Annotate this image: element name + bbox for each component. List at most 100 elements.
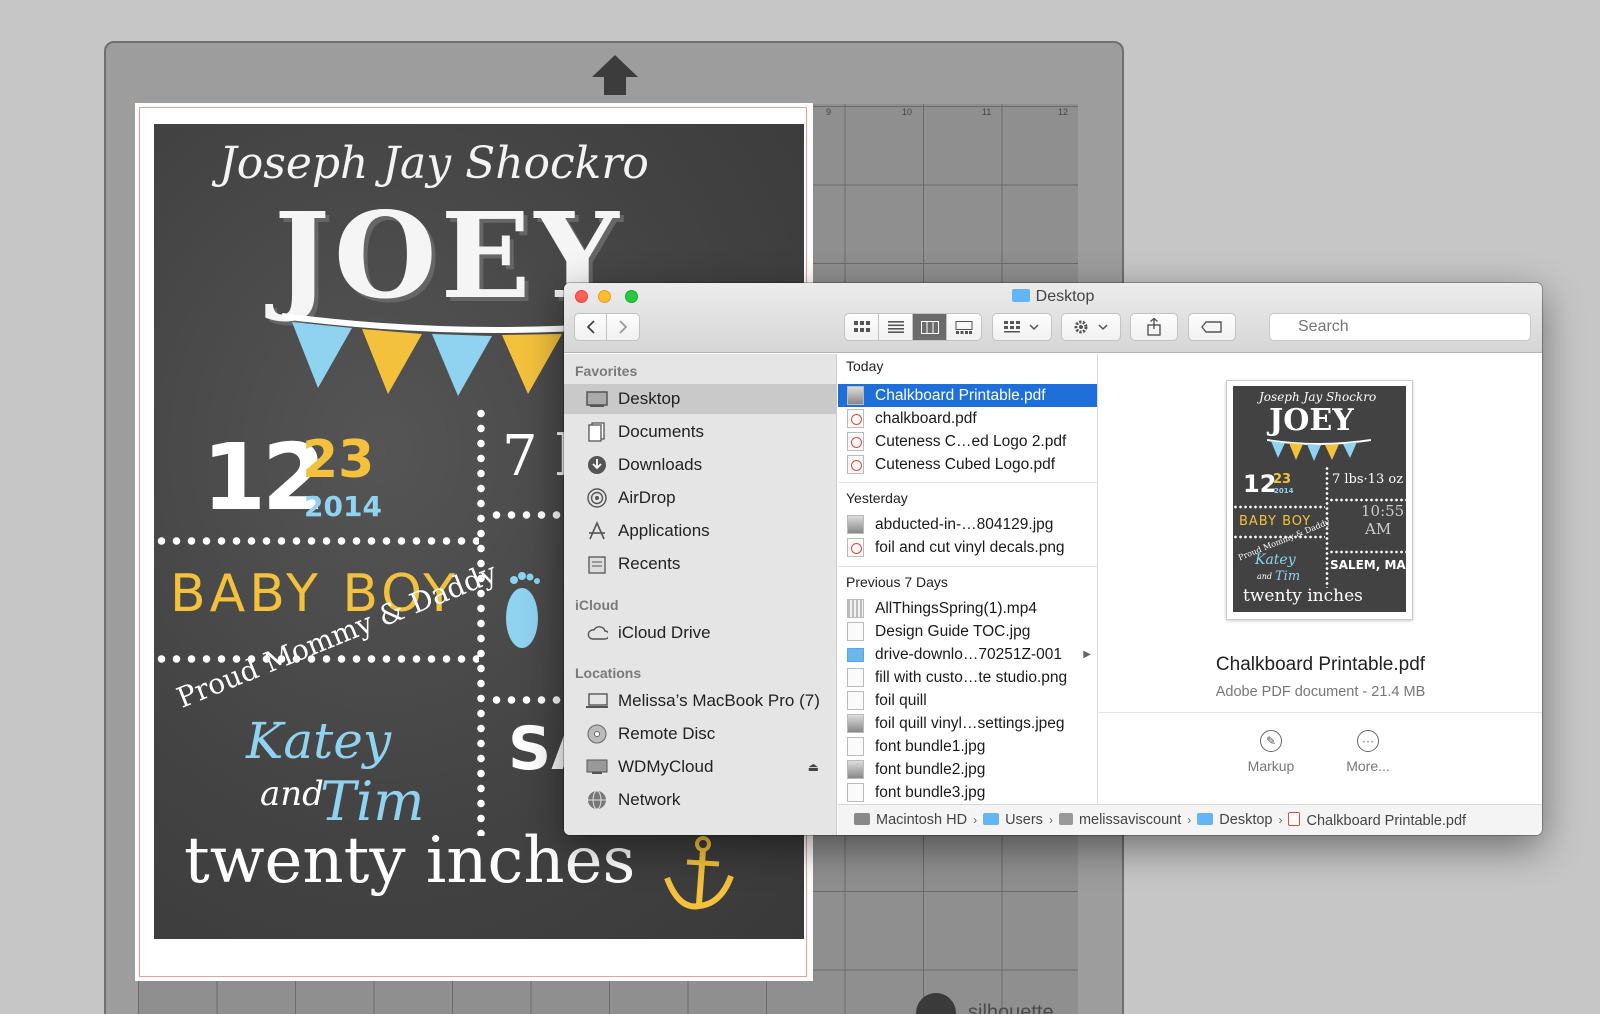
path-label: Macintosh HD bbox=[876, 812, 968, 828]
preview-thumbnail[interactable]: Joseph Jay Shockro JOEY 12 23 2014 7 lbs… bbox=[1226, 380, 1413, 620]
disc-icon bbox=[586, 723, 608, 745]
folder-item[interactable]: drive-downlo…70251Z-001 ▶ bbox=[838, 643, 1097, 666]
markup-button[interactable]: ✎ Markup bbox=[1231, 730, 1311, 774]
share-button[interactable] bbox=[1130, 313, 1178, 341]
file-name: font bundle2.jpg bbox=[875, 760, 986, 778]
group-by-button[interactable] bbox=[992, 313, 1052, 341]
forward-button[interactable] bbox=[607, 314, 639, 340]
group-grid-icon bbox=[1004, 321, 1039, 333]
sidebar-item-remote-disc[interactable]: Remote Disc bbox=[564, 719, 837, 749]
path-segment[interactable]: Users bbox=[983, 812, 1043, 828]
file-item[interactable]: font bundle2.jpg bbox=[838, 758, 1097, 781]
image-file-icon bbox=[847, 622, 864, 641]
dotted-divider bbox=[476, 406, 486, 836]
sidebar-item-label: Network bbox=[618, 790, 681, 809]
list-view-icon bbox=[887, 321, 904, 333]
ruler-label: 10 bbox=[902, 107, 913, 117]
sidebar-item-label: Applications bbox=[618, 521, 710, 540]
finder-window[interactable]: Desktop Search Favorites Desktop Documen… bbox=[564, 283, 1542, 835]
sidebar-item-label: Desktop bbox=[618, 389, 681, 408]
sidebar-item-label: Downloads bbox=[618, 455, 703, 474]
file-item[interactable]: foil and cut vinyl decals.png bbox=[838, 536, 1097, 559]
eject-icon[interactable]: ⏏ bbox=[808, 760, 819, 774]
folder-icon bbox=[1011, 289, 1030, 302]
path-bar: Macintosh HD › Users › melissaviscount ›… bbox=[838, 804, 1542, 835]
column-view-button[interactable] bbox=[913, 314, 947, 340]
birth-day-text: 23 bbox=[302, 430, 375, 490]
path-label: melissaviscount bbox=[1078, 812, 1182, 828]
sidebar-item-wdmycloud[interactable]: WDMyCloud ⏏ bbox=[564, 752, 837, 782]
path-label: Chalkboard Printable.pdf bbox=[1306, 812, 1467, 829]
file-name: foil quill vinyl…settings.jpeg bbox=[875, 714, 1065, 732]
path-segment[interactable]: Macintosh HD bbox=[854, 812, 967, 828]
file-item[interactable]: font bundle3.jpg bbox=[838, 781, 1097, 804]
file-name: foil quill bbox=[875, 691, 927, 709]
chevron-right-icon bbox=[619, 320, 628, 334]
pdf-file-icon bbox=[847, 455, 864, 474]
markup-label: Markup bbox=[1247, 758, 1295, 774]
column-view-icon bbox=[920, 320, 939, 334]
group-header-today: Today bbox=[846, 358, 884, 374]
path-segment[interactable]: Desktop bbox=[1197, 812, 1272, 828]
ruler-label: 9 bbox=[826, 107, 832, 117]
thumbnail-chalkboard: Joseph Jay Shockro JOEY 12 23 2014 7 lbs… bbox=[1233, 386, 1406, 612]
file-item[interactable]: font bundle1.jpg bbox=[838, 735, 1097, 758]
recents-icon bbox=[586, 553, 608, 575]
file-name: chalkboard.pdf bbox=[875, 409, 977, 427]
file-item[interactable]: foil quill bbox=[838, 689, 1097, 712]
file-name: AllThingsSpring(1).mp4 bbox=[875, 599, 1037, 617]
icon-view-button[interactable] bbox=[845, 314, 879, 340]
hard-drive-icon bbox=[854, 813, 870, 825]
file-item[interactable]: chalkboard.pdf bbox=[838, 407, 1097, 430]
cloud-icon bbox=[586, 622, 608, 644]
desktop-icon bbox=[586, 388, 608, 410]
sidebar-item-icloud-drive[interactable]: iCloud Drive bbox=[564, 618, 837, 648]
file-name: drive-downlo…70251Z-001 bbox=[875, 645, 1062, 663]
sidebar-item-recents[interactable]: Recents bbox=[564, 549, 837, 579]
sidebar-item-applications[interactable]: Applications bbox=[564, 516, 837, 546]
more-button[interactable]: ··· More... bbox=[1328, 730, 1408, 774]
search-input[interactable] bbox=[1269, 313, 1531, 341]
locations-header: Locations bbox=[575, 665, 642, 681]
thumb-divider bbox=[1233, 535, 1325, 539]
back-button[interactable] bbox=[575, 314, 608, 340]
path-segment[interactable]: Chalkboard Printable.pdf bbox=[1288, 811, 1467, 829]
window-title-label: Desktop bbox=[1035, 288, 1095, 305]
action-menu-button[interactable] bbox=[1061, 313, 1121, 341]
path-segment[interactable]: melissaviscount bbox=[1058, 812, 1182, 828]
gallery-view-button[interactable] bbox=[947, 314, 981, 340]
disclosure-arrow-icon: ▶ bbox=[1083, 649, 1091, 660]
thumb-divider bbox=[1329, 498, 1406, 502]
sidebar-item-downloads[interactable]: Downloads bbox=[564, 450, 837, 480]
file-icon bbox=[847, 691, 864, 710]
group-header-previous-7-days: Previous 7 Days bbox=[846, 574, 948, 590]
file-name: font bundle1.jpg bbox=[875, 737, 986, 755]
sidebar-item-network[interactable]: Network bbox=[564, 785, 837, 815]
thumb-year-text: 2014 bbox=[1274, 487, 1294, 495]
pdf-file-icon bbox=[847, 409, 864, 428]
sidebar-item-desktop[interactable]: Desktop bbox=[564, 384, 837, 414]
tag-icon bbox=[1201, 321, 1222, 333]
tags-button[interactable] bbox=[1188, 313, 1236, 341]
file-item[interactable]: abducted-in-…804129.jpg bbox=[838, 513, 1097, 536]
file-item[interactable]: foil quill vinyl…settings.jpeg bbox=[838, 712, 1097, 735]
thumb-divider bbox=[1329, 550, 1406, 554]
full-name-text: Joseph Jay Shockro bbox=[219, 138, 649, 189]
dotted-divider bbox=[154, 536, 479, 546]
file-column: Today Chalkboard Printable.pdf chalkboar… bbox=[838, 354, 1098, 804]
documents-icon bbox=[586, 421, 608, 443]
sidebar-item-airdrop[interactable]: AirDrop bbox=[564, 483, 837, 513]
sidebar-item-macbook[interactable]: Melissa’s MacBook Pro (7) bbox=[564, 686, 837, 716]
file-item[interactable]: Chalkboard Printable.pdf bbox=[838, 384, 1097, 407]
file-name: foil and cut vinyl decals.png bbox=[875, 538, 1065, 556]
file-item[interactable]: AllThingsSpring(1).mp4 bbox=[838, 597, 1097, 620]
file-item[interactable]: Cuteness C…ed Logo 2.pdf bbox=[838, 430, 1097, 453]
file-item[interactable]: Design Guide TOC.jpg bbox=[838, 620, 1097, 643]
list-view-button[interactable] bbox=[879, 314, 913, 340]
globe-icon bbox=[586, 789, 608, 811]
sidebar-item-documents[interactable]: Documents bbox=[564, 417, 837, 447]
file-item[interactable]: Cuteness Cubed Logo.pdf bbox=[838, 453, 1097, 476]
file-item[interactable]: fill with custo…te studio.png bbox=[838, 666, 1097, 689]
gallery-view-icon bbox=[955, 320, 973, 334]
favorites-header: Favorites bbox=[575, 363, 638, 379]
